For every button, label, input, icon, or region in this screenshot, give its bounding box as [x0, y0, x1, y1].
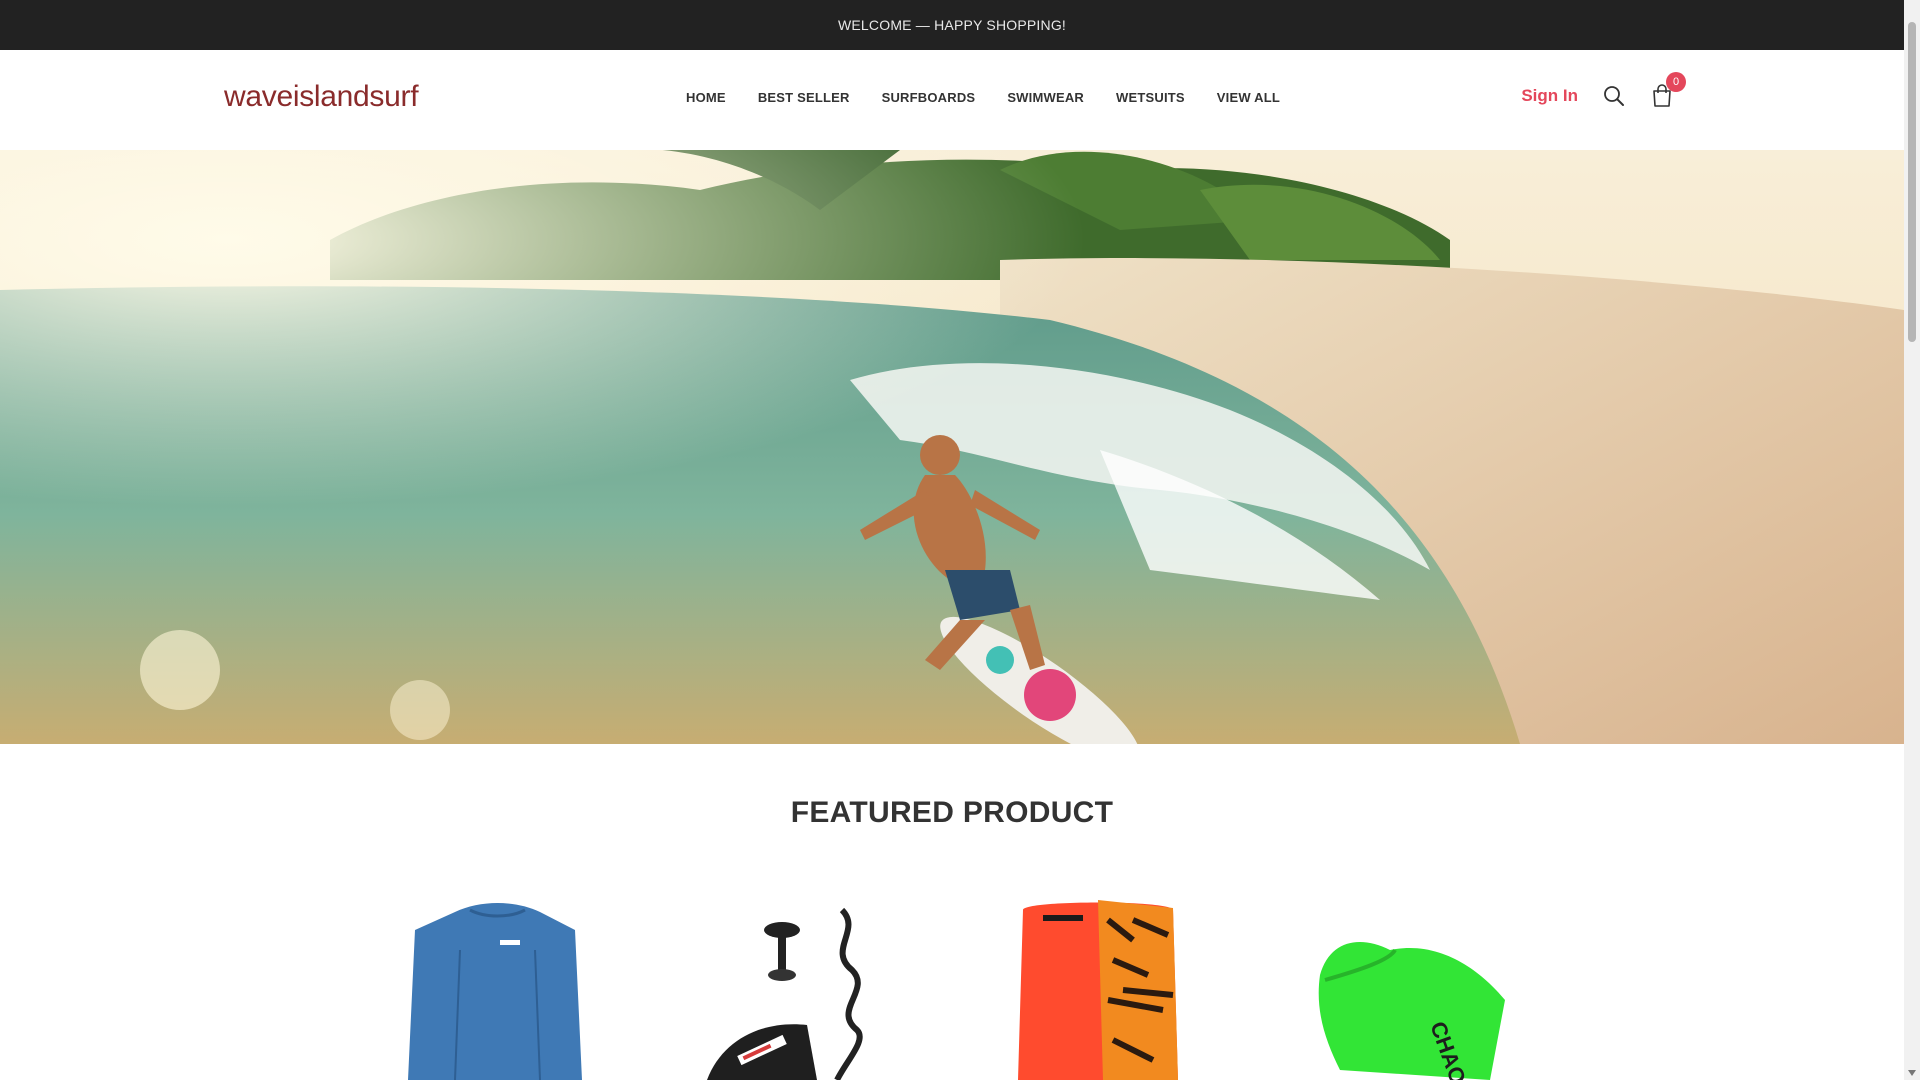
- page: WELCOME — HAPPY SHOPPING! waveislandsurf…: [0, 0, 1920, 1080]
- search-icon[interactable]: [1602, 84, 1626, 108]
- scroll-down-icon[interactable]: [1908, 1070, 1916, 1076]
- product-card-green-bodyboard[interactable]: CHAOS: [1280, 900, 1550, 1080]
- scrollbar-thumb[interactable]: [1908, 22, 1916, 342]
- product-card-orange-bodyboard[interactable]: [973, 900, 1243, 1080]
- site-header: waveislandsurf HOME BEST SELLER SURFBOAR…: [0, 50, 1904, 150]
- product-image: CHAOS: [1318, 942, 1505, 1080]
- viewport: WELCOME — HAPPY SHOPPING! waveislandsurf…: [0, 0, 1904, 1080]
- nav-item-home[interactable]: HOME: [670, 90, 742, 105]
- nav-item-swimwear[interactable]: SWIMWEAR: [991, 90, 1100, 105]
- product-card-bodyboard-leash[interactable]: [667, 900, 937, 1080]
- hero-image: [0, 150, 1904, 744]
- header-actions: Sign In 0: [1521, 72, 1686, 108]
- sign-in-link[interactable]: Sign In: [1521, 86, 1578, 106]
- main-nav: HOME BEST SELLER SURFBOARDS SWIMWEAR WET…: [670, 90, 1296, 105]
- announcement-bar: WELCOME — HAPPY SHOPPING!: [0, 0, 1904, 50]
- featured-section-title: FEATURED PRODUCT: [790, 796, 1114, 829]
- product-image: [706, 907, 863, 1080]
- featured-products: CHAOS: [360, 900, 1550, 1080]
- cart-count-badge: 0: [1666, 72, 1686, 92]
- announcement-text: WELCOME — HAPPY SHOPPING!: [837, 17, 1066, 33]
- nav-item-surfboards[interactable]: SURFBOARDS: [866, 90, 992, 105]
- product-image: [408, 903, 582, 1080]
- site-logo[interactable]: waveislandsurf: [224, 80, 419, 114]
- hero-banner[interactable]: [0, 150, 1904, 744]
- page-scrollbar[interactable]: [1904, 0, 1920, 1080]
- cart-button[interactable]: 0: [1650, 72, 1686, 108]
- nav-item-wetsuits[interactable]: WETSUITS: [1100, 90, 1201, 105]
- nav-item-view-all[interactable]: VIEW ALL: [1201, 90, 1296, 105]
- product-image: [1018, 900, 1179, 1080]
- nav-item-best-seller[interactable]: BEST SELLER: [742, 90, 866, 105]
- product-card-rash-guard[interactable]: [360, 900, 630, 1080]
